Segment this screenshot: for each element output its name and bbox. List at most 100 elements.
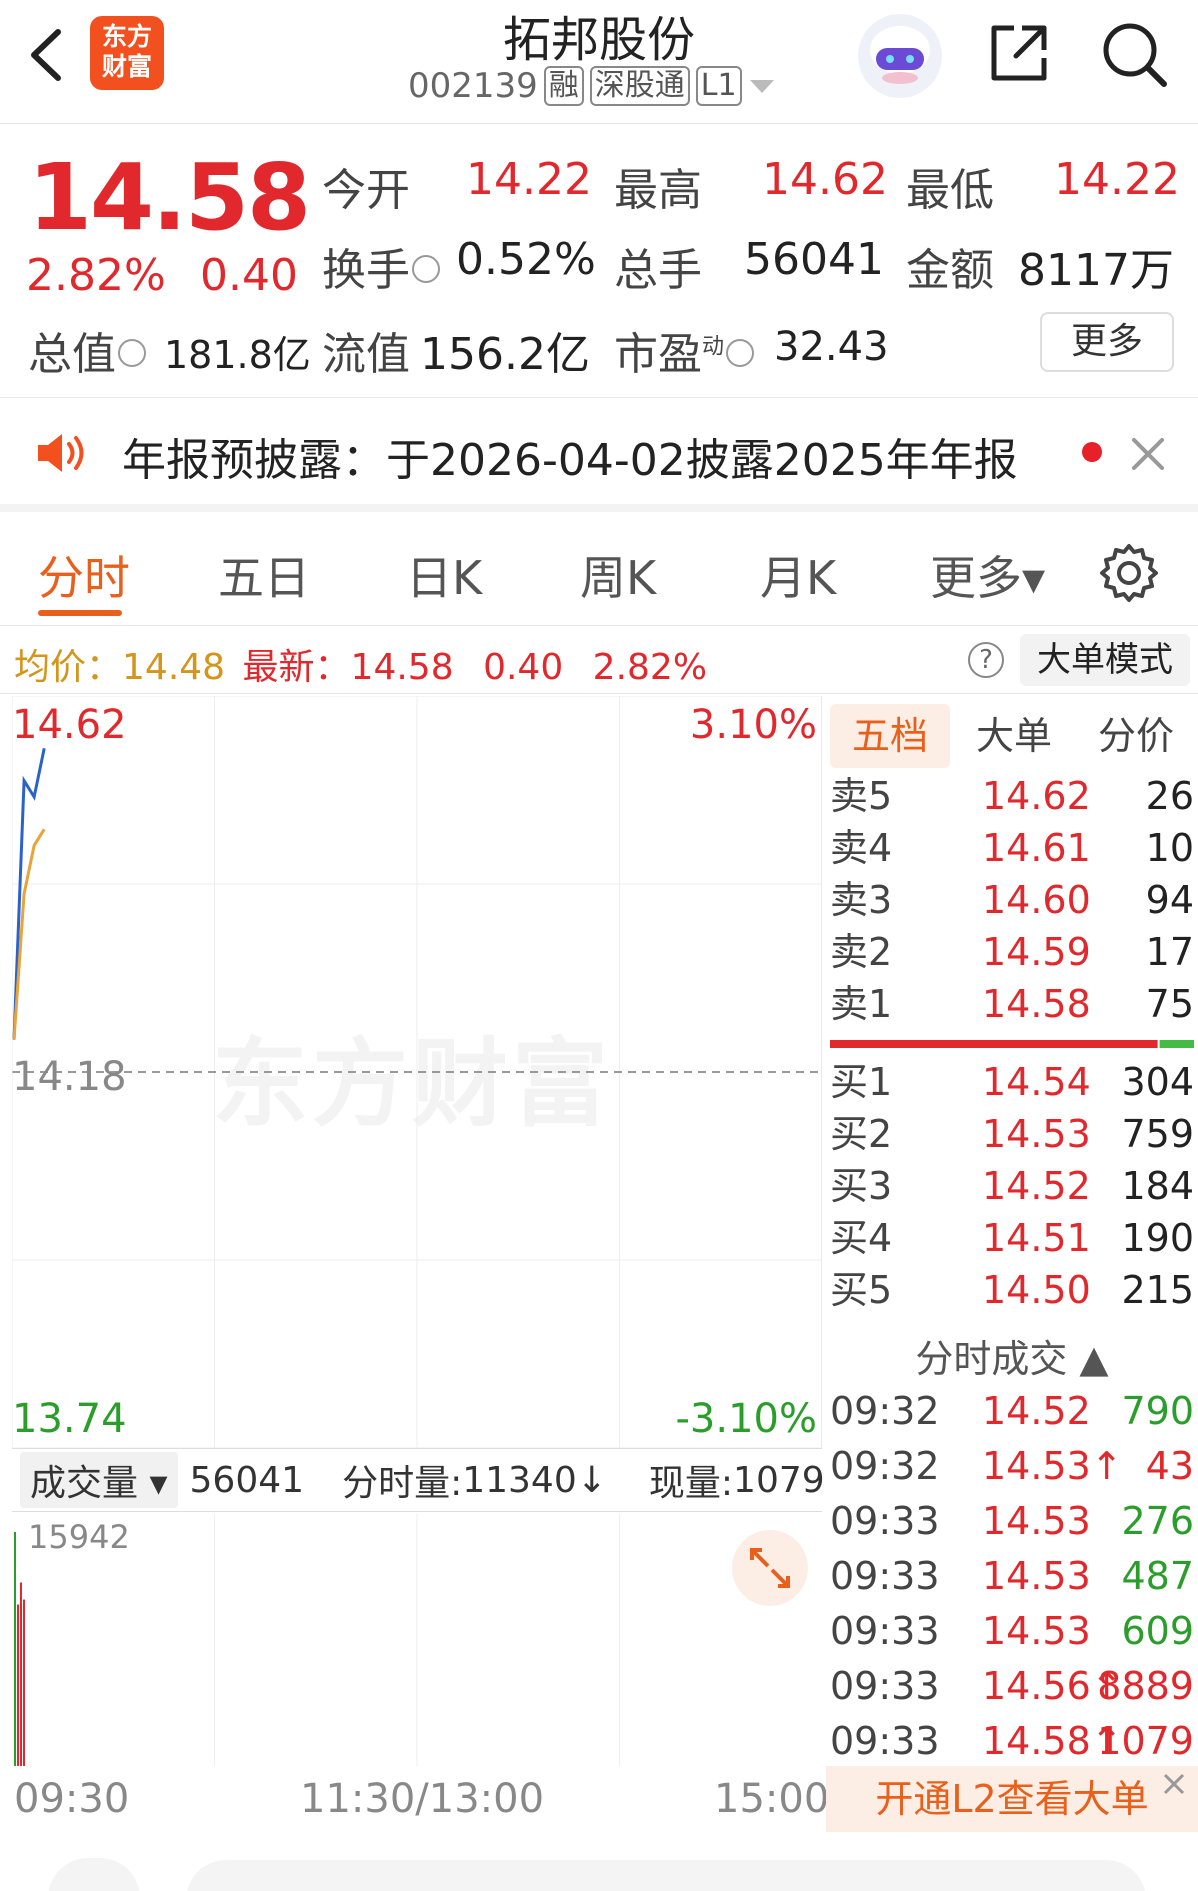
open-value: 14.22 (466, 154, 592, 205)
latest-change-pct: 2.82% (592, 647, 708, 688)
buy-sell-ratio-bar (830, 1040, 1194, 1048)
bottom-left-button[interactable] (48, 1858, 140, 1891)
price-chart-svg (12, 696, 822, 1448)
amount-label: 金额 (906, 245, 994, 296)
close-icon[interactable] (1128, 434, 1168, 474)
high-label: 最高 (614, 165, 702, 216)
change-percent: 2.82% (26, 250, 166, 301)
tick-trades-title[interactable]: 分时成交 ▲ (826, 1328, 1198, 1383)
stock-code-row[interactable]: 002139 融 深股通 L1 (408, 66, 776, 106)
tick-row: 09:32 14.52 790 (830, 1384, 1194, 1438)
minute-volume-value: 11340 (462, 1459, 577, 1501)
latest-value: 14.58 (350, 647, 454, 688)
info-icon[interactable] (726, 339, 755, 367)
assistant-robot-icon[interactable] (858, 14, 942, 98)
ask-price: 14.61 (982, 826, 1091, 870)
pct-bottom-label: -3.10% (675, 1396, 817, 1442)
ask-row[interactable]: 卖2 14.59 17 (830, 926, 1194, 978)
info-icon[interactable] (118, 339, 146, 367)
turnover-value: 0.52% (456, 234, 596, 285)
share-icon[interactable] (986, 20, 1052, 86)
volume-label: 总手 (614, 245, 702, 296)
tab-day-k[interactable]: 日K (406, 542, 482, 608)
pct-top-label: 3.10% (689, 702, 817, 748)
volume-bar (20, 1582, 22, 1766)
y-axis-bottom-label: 13.74 (12, 1396, 127, 1442)
tick-price: 14.52 (982, 1389, 1091, 1433)
volume-chart-svg (14, 1514, 620, 1766)
tab-more[interactable]: 更多▾ (930, 542, 1045, 608)
turnover-label-text: 换手 (322, 245, 410, 296)
tab-intraday[interactable]: 分时 (38, 542, 130, 608)
pe-label: 市盈动 (614, 318, 755, 382)
bid-level-label: 买1 (830, 1060, 893, 1104)
time-axis-start: 09:30 (14, 1776, 130, 1822)
level-tag: L1 (695, 66, 742, 106)
ask-row[interactable]: 卖3 14.60 94 (830, 874, 1194, 926)
tab-big-orders[interactable]: 大单 (954, 704, 1074, 768)
tick-row: 09:33 14.53 487 (830, 1549, 1194, 1603)
bid-volume: 184 (1121, 1164, 1194, 1208)
ask-volume: 75 (1145, 982, 1194, 1026)
tab-five-levels[interactable]: 五档 (830, 704, 950, 768)
expand-icon[interactable] (732, 1530, 808, 1606)
ask-row[interactable]: 卖1 14.58 75 (830, 978, 1194, 1030)
tab-price-distribution[interactable]: 分价 (1076, 704, 1196, 768)
pe-label-text: 市盈 (614, 329, 702, 380)
price-line (12, 748, 46, 1040)
bid-level-label: 买4 (830, 1216, 893, 1260)
gear-icon[interactable] (1098, 542, 1160, 604)
open-label: 今开 (322, 165, 410, 216)
avg-value: 14.48 (122, 647, 226, 688)
ask-price: 14.58 (982, 982, 1091, 1026)
bid-row[interactable]: 买3 14.52 184 (830, 1160, 1194, 1212)
announcement-text[interactable]: 年报预披露：于2026-04-02披露2025年年报 (122, 424, 1018, 488)
time-axis-end: 15:00 (714, 1776, 830, 1822)
l2-upgrade-banner[interactable]: 开通L2查看大单 (826, 1766, 1198, 1832)
intraday-chart[interactable]: 东方财富 14.62 3.10% 14.18 13.74 -3.10% (12, 696, 822, 1448)
tick-time: 09:33 (830, 1719, 940, 1763)
pe-value: 32.43 (774, 324, 889, 370)
tick-row: 09:33 14.56↑ 8889 (830, 1659, 1194, 1713)
turnover-label: 换手 (322, 234, 440, 298)
volume-chart[interactable]: 15942 (12, 1514, 822, 1766)
low-label: 最低 (906, 165, 994, 216)
ask-price: 14.60 (982, 878, 1091, 922)
ask-row[interactable]: 卖5 14.62 26 (830, 770, 1194, 822)
bid-row[interactable]: 买5 14.50 215 (830, 1264, 1194, 1316)
current-price: 14.58 (28, 144, 311, 251)
tab-five-day[interactable]: 五日 (218, 542, 310, 608)
ask-level-label: 卖1 (830, 982, 893, 1026)
search-icon[interactable] (1098, 18, 1170, 90)
tick-row: 09:32 14.53↑ 43 (830, 1439, 1194, 1493)
chart-period-tabs: 分时 五日 日K 周K 月K 更多▾ (0, 520, 1198, 626)
tab-month-k[interactable]: 月K (760, 542, 836, 608)
ask-volume: 26 (1145, 774, 1194, 818)
volume-indicator-select[interactable]: 成交量 ▾ (20, 1452, 178, 1508)
ask-row[interactable]: 卖4 14.61 10 (830, 822, 1194, 874)
bid-row[interactable]: 买2 14.53 759 (830, 1108, 1194, 1160)
tick-time: 09:32 (830, 1389, 940, 1433)
latest-label: 最新： (242, 647, 351, 688)
big-order-mode-button[interactable]: 大单模式 (1020, 634, 1190, 686)
market-cap-label: 总值 (28, 318, 146, 382)
close-icon[interactable] (1160, 1770, 1188, 1798)
latest-change: 0.40 (483, 647, 564, 688)
bid-volume: 215 (1121, 1268, 1194, 1312)
bid-level-label: 买5 (830, 1268, 893, 1312)
bid-price: 14.53 (982, 1112, 1091, 1156)
dropdown-triangle-icon[interactable] (748, 76, 776, 96)
bid-row[interactable]: 买4 14.51 190 (830, 1212, 1194, 1264)
tab-week-k[interactable]: 周K (580, 542, 656, 608)
more-button[interactable]: 更多 (1040, 312, 1174, 372)
volume-info-bar: 成交量 ▾ 56041 分时量: 11340 ↓ 现量: 1079 (12, 1448, 825, 1512)
ask-level-label: 卖4 (830, 826, 893, 870)
help-icon[interactable]: ? (968, 642, 1004, 678)
tick-volume: 43 (1145, 1444, 1194, 1488)
bid-row[interactable]: 买1 14.54 304 (830, 1056, 1194, 1108)
volume-bar (17, 1604, 19, 1766)
comment-input[interactable] (186, 1860, 1146, 1891)
volume-bar (23, 1599, 25, 1766)
announcement-bar[interactable]: 年报预披露：于2026-04-02披露2025年年报 (0, 398, 1198, 512)
info-icon[interactable] (412, 255, 440, 283)
